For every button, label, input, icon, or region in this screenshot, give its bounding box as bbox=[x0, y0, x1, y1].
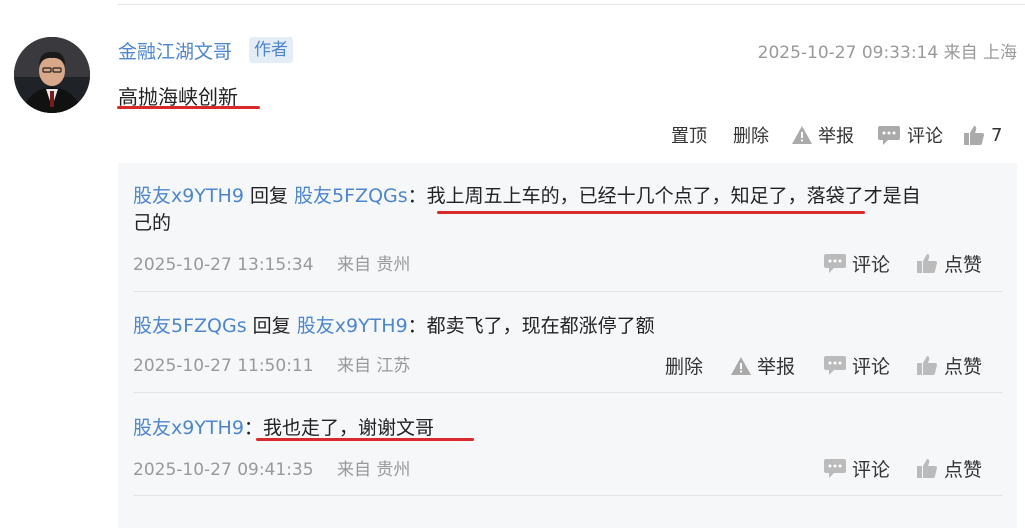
thumbs-up-icon bbox=[916, 253, 938, 274]
warning-icon bbox=[730, 356, 752, 376]
reply-3-user[interactable]: 股友x9YTH9 bbox=[133, 417, 244, 439]
reply-2-colon: ： bbox=[407, 315, 427, 337]
reply-1-like-button[interactable]: 点赞 bbox=[916, 250, 982, 277]
like-button[interactable]: 7 bbox=[963, 122, 1002, 148]
comment-label: 评论 bbox=[907, 126, 943, 147]
author-badge: 作者 bbox=[249, 37, 293, 63]
reply-2-target[interactable]: 股友x9YTH9 bbox=[297, 315, 408, 337]
reply-2-user[interactable]: 股友5FZQGs bbox=[133, 315, 247, 337]
reply-1-comment-button[interactable]: 评论 bbox=[823, 250, 890, 277]
reply-2-like-label: 点赞 bbox=[944, 356, 983, 378]
reply-3-colon: ： bbox=[243, 417, 263, 439]
reply-2-line: 股友5FZQGs 回复 股友x9YTH9：都卖飞了，现在都涨停了额 bbox=[133, 311, 655, 338]
reply-2-report-label: 举报 bbox=[757, 356, 796, 378]
reply-2-comment-label: 评论 bbox=[852, 356, 891, 378]
reply-1-target[interactable]: 股友5FZQGs bbox=[294, 185, 408, 207]
avatar[interactable] bbox=[14, 37, 90, 113]
post-location: 来自 上海 bbox=[943, 43, 1017, 63]
pin-label: 置顶 bbox=[671, 126, 707, 147]
reply-1-meta: 2025-10-27 13:15:34 来自 贵州 bbox=[133, 250, 410, 275]
reply-1-reply-word: 回复 bbox=[249, 185, 288, 207]
reply-3-like-label: 点赞 bbox=[944, 459, 983, 481]
reply-1-user[interactable]: 股友x9YTH9 bbox=[133, 185, 244, 207]
reply-divider bbox=[133, 291, 1003, 292]
reply-1-comment-label: 评论 bbox=[852, 254, 891, 276]
reply-2-comment-button[interactable]: 评论 bbox=[823, 352, 890, 379]
delete-button[interactable]: 删除 bbox=[733, 122, 769, 148]
top-divider bbox=[117, 4, 1025, 5]
reply-3-location: 来自 贵州 bbox=[336, 460, 411, 480]
reply-1-timestamp: 2025-10-27 13:15:34 bbox=[133, 255, 314, 275]
reply-1-location: 来自 贵州 bbox=[336, 255, 411, 275]
reply-2-location: 来自 江苏 bbox=[336, 356, 411, 376]
reply-1-text: 我上周五上车的，已经十几个点了，知足了，落袋了才是自 bbox=[426, 185, 921, 207]
reply-3-comment-label: 评论 bbox=[852, 459, 891, 481]
thumbs-up-icon bbox=[963, 125, 985, 146]
post-timestamp: 2025-10-27 09:33:14 bbox=[757, 43, 939, 63]
thumbs-up-icon bbox=[916, 355, 938, 376]
comment-icon bbox=[823, 355, 847, 376]
reply-3-timestamp: 2025-10-27 09:41:35 bbox=[133, 460, 314, 480]
underline-annotation bbox=[437, 211, 865, 214]
reply-3-line: 股友x9YTH9：我也走了，谢谢文哥 bbox=[133, 413, 434, 440]
report-button[interactable]: 举报 bbox=[791, 122, 854, 148]
reply-3-like-button[interactable]: 点赞 bbox=[916, 455, 982, 482]
underline-annotation bbox=[117, 106, 260, 109]
reply-2-timestamp: 2025-10-27 11:50:11 bbox=[133, 356, 314, 376]
like-count: 7 bbox=[991, 124, 1003, 146]
reply-2-meta: 2025-10-27 11:50:11 来自 江苏 bbox=[133, 351, 410, 376]
thumbs-up-icon bbox=[916, 458, 938, 479]
author-name[interactable]: 金融江湖文哥 bbox=[118, 37, 232, 64]
reply-3-text: 我也走了，谢谢文哥 bbox=[262, 417, 434, 439]
underline-annotation bbox=[256, 438, 474, 441]
reply-2-report-button[interactable]: 举报 bbox=[730, 352, 795, 379]
reply-divider bbox=[133, 495, 1003, 496]
comment-icon bbox=[823, 253, 847, 274]
reply-2-delete-label: 删除 bbox=[665, 356, 704, 378]
reply-2-text: 都卖飞了，现在都涨停了额 bbox=[426, 315, 655, 337]
reply-1-line1: 股友x9YTH9 回复 股友5FZQGs：我上周五上车的，已经十几个点了，知足了… bbox=[133, 181, 921, 208]
reply-3-meta: 2025-10-27 09:41:35 来自 贵州 bbox=[133, 455, 410, 480]
reply-2-delete-button[interactable]: 删除 bbox=[665, 352, 703, 379]
reply-1-line2: 己的 bbox=[133, 212, 172, 234]
comment-icon bbox=[877, 125, 901, 146]
pin-button[interactable]: 置顶 bbox=[671, 122, 707, 148]
warning-icon bbox=[791, 125, 813, 145]
post-meta: 2025-10-27 09:33:14 来自 上海 bbox=[758, 38, 1017, 63]
reply-3-comment-button[interactable]: 评论 bbox=[823, 455, 890, 482]
reply-2-like-button[interactable]: 点赞 bbox=[916, 352, 982, 379]
reply-1-colon: ： bbox=[407, 185, 427, 207]
comment-button[interactable]: 评论 bbox=[877, 122, 943, 148]
delete-label: 删除 bbox=[733, 126, 769, 147]
reply-1-like-label: 点赞 bbox=[944, 254, 983, 276]
comment-icon bbox=[823, 458, 847, 479]
reply-2-reply-word: 回复 bbox=[252, 315, 291, 337]
report-label: 举报 bbox=[818, 126, 854, 147]
reply-divider bbox=[133, 392, 1003, 393]
